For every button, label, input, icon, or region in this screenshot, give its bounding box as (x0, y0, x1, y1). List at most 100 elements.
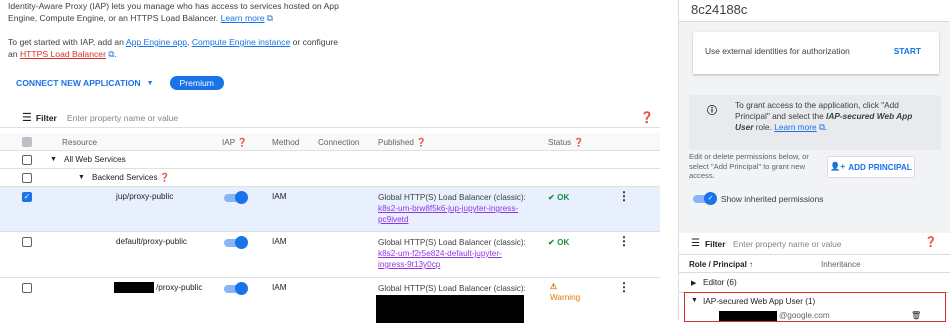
external-link-icon: ⧉ (105, 49, 115, 59)
status-warning: ⚠ Warning (550, 282, 581, 302)
filter-label: Filter (35, 112, 57, 123)
iap-toggle[interactable] (224, 236, 248, 249)
table-row[interactable]: ✓ jup/proxy-public IAM Global HTTP(S) Lo… (0, 187, 660, 232)
row-checkbox[interactable] (22, 237, 32, 247)
show-inherited-label: Show inherited permissions (721, 194, 824, 204)
filter-label: Filter (705, 239, 726, 249)
role-label: Editor (6) (703, 278, 737, 287)
external-identities-label: Use external identities for authorizatio… (705, 46, 850, 56)
expand-arrow-icon[interactable]: ▼ (50, 156, 57, 163)
more-vert-icon[interactable]: ⋮ (618, 280, 630, 294)
edit-permissions-text: Edit or delete permissions below, or sel… (689, 152, 809, 180)
intro-or-configure: or configure (292, 37, 339, 47)
learn-more-link[interactable]: Learn more (774, 122, 816, 132)
permissions-table-header: Role / Principal ↑ Inheritance (679, 255, 950, 273)
table-header: Resource IAP ❓ Method Connection Publish… (0, 133, 660, 151)
intro-text: Identity-Aware Proxy (IAP) lets you mana… (8, 1, 339, 59)
row-checkbox[interactable] (22, 155, 32, 165)
iap-toggle[interactable] (224, 191, 248, 204)
resource-name: default/proxy-public (116, 237, 187, 246)
intro-an: an (8, 49, 18, 59)
https-lb-link[interactable]: HTTPS Load Balancer (20, 49, 106, 59)
lb-link[interactable]: k8s2-um-brw8f5k6-jup-jupyter-ingress- (378, 203, 526, 214)
panel-header: 8c24188c (679, 0, 950, 22)
sort-up-icon: ↑ (749, 260, 754, 269)
col-iap[interactable]: IAP ❓ (222, 138, 248, 148)
more-vert-icon[interactable]: ⋮ (618, 234, 630, 248)
permissions-filter-bar: ☰ Filter Enter property name or value ❓ (679, 233, 950, 255)
resource-name: /proxy-public (156, 283, 203, 292)
add-principal-button[interactable]: 👤+ ADD PRINCIPAL (827, 156, 915, 178)
col-connection[interactable]: Connection (318, 138, 359, 147)
col-inheritance[interactable]: Inheritance (821, 260, 861, 269)
iap-toggle[interactable] (224, 282, 248, 295)
highlight-box (684, 292, 946, 322)
learn-more-link[interactable]: Learn more (221, 13, 265, 23)
premium-badge: Premium (169, 76, 224, 90)
expand-arrow-icon[interactable]: ▶ (691, 279, 696, 287)
check-circle-icon: ✔ (548, 193, 555, 202)
published-cell: Global HTTP(S) Load Balancer (classic): (378, 284, 526, 293)
col-published[interactable]: Published ❓ (378, 138, 426, 148)
method: IAM (272, 283, 287, 292)
redacted-block (376, 295, 524, 323)
filter-icon: ☰ (22, 112, 32, 124)
redacted-block (114, 282, 154, 293)
info-icon: ⓘ (707, 106, 717, 117)
filter-bar: ☰ Filter Enter property name or value ❓ (0, 108, 660, 128)
lb-link[interactable]: ingress-9t13y0cp (378, 259, 526, 270)
help-icon: ❓ (237, 138, 248, 147)
intro-line3: To get started with IAP, add an (8, 37, 124, 47)
select-all-checkbox[interactable] (22, 137, 32, 147)
external-link-icon: ⧉ (816, 122, 825, 132)
help-icon[interactable]: ❓ (640, 111, 654, 124)
connect-new-application-button[interactable]: CONNECT NEW APPLICATION (16, 78, 141, 88)
resource-name: jup/proxy-public (116, 192, 174, 201)
table-row[interactable]: default/proxy-public IAM Global HTTP(S) … (0, 232, 660, 278)
col-role-principal[interactable]: Role / Principal ↑ (689, 260, 753, 269)
lb-link[interactable]: pc9ivetd (378, 214, 526, 225)
group-label: All Web Services (64, 155, 126, 164)
group-row-backend: ▼ Backend Services ❓ (0, 169, 660, 187)
table-row[interactable]: /proxy-public IAM Global HTTP(S) Load Ba… (0, 278, 660, 323)
status-ok: ✔ OK (548, 238, 570, 247)
info-box: ⓘ To grant access to the application, cl… (689, 95, 941, 150)
external-identities-card: Use external identities for authorizatio… (693, 32, 939, 74)
help-icon: ❓ (416, 138, 427, 147)
group-label: Backend Services ❓ (92, 173, 171, 182)
show-inherited-toggle[interactable]: ✓ (693, 192, 717, 205)
expand-arrow-icon[interactable]: ▼ (78, 174, 85, 181)
col-resource[interactable]: Resource (62, 138, 97, 147)
filter-input[interactable]: Enter property name or value (67, 113, 587, 123)
role-row-editor[interactable]: ▶ Editor (6) (679, 273, 950, 293)
row-checkbox[interactable]: ✓ (22, 192, 32, 202)
compute-engine-link[interactable]: Compute Engine instance (192, 37, 290, 47)
app-id: 8c24188c (691, 2, 748, 17)
dropdown-arrow-icon[interactable]: ▼ (147, 80, 154, 87)
warning-icon: ⚠ (550, 282, 558, 291)
connect-app-toolbar: CONNECT NEW APPLICATION ▼ Premium (16, 75, 224, 91)
start-button[interactable]: START (894, 46, 921, 56)
help-icon[interactable]: ❓ (925, 237, 937, 248)
right-panel: 8c24188c Use external identities for aut… (678, 0, 950, 322)
published-cell: Global HTTP(S) Load Balancer (classic): … (378, 193, 526, 225)
more-vert-icon[interactable]: ⋮ (618, 189, 630, 203)
intro-line1: Identity-Aware Proxy (IAP) lets you mana… (8, 1, 339, 11)
lb-link[interactable]: k8s2-um-f2r5e824-default-jupyter- (378, 248, 526, 259)
filter-icon: ☰ (691, 238, 700, 249)
status-ok: ✔ OK (548, 193, 570, 202)
published-cell: Global HTTP(S) Load Balancer (classic): … (378, 238, 526, 270)
add-person-icon: 👤+ (830, 162, 846, 171)
method: IAM (272, 192, 287, 201)
intro-line2: Engine, Compute Engine, or an HTTPS Load… (8, 13, 219, 23)
check-circle-icon: ✔ (548, 238, 555, 247)
permissions-filter-input[interactable]: Enter property name or value (733, 239, 841, 249)
info-text: To grant access to the application, clic… (735, 100, 913, 132)
method: IAM (272, 237, 287, 246)
col-status[interactable]: Status ❓ (548, 138, 584, 148)
row-checkbox[interactable] (22, 173, 32, 183)
app-engine-link[interactable]: App Engine app (126, 37, 187, 47)
help-icon: ❓ (159, 173, 171, 182)
row-checkbox[interactable] (22, 283, 32, 293)
col-method[interactable]: Method (272, 138, 299, 147)
